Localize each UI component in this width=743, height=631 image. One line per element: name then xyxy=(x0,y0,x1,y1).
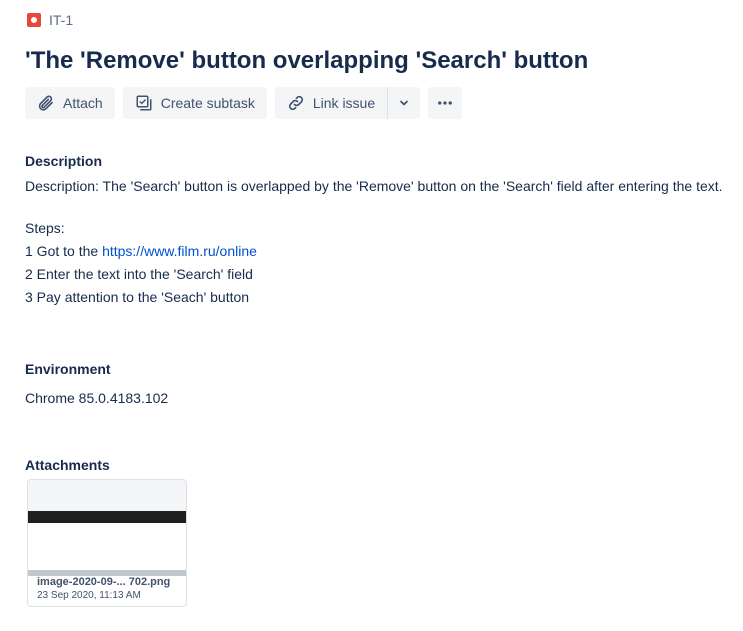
link-issue-label: Link issue xyxy=(312,95,376,111)
environment-heading: Environment xyxy=(25,361,111,377)
description-text[interactable]: Description: The 'Search' button is over… xyxy=(25,178,723,194)
step-1-link[interactable]: https://www.film.ru/online xyxy=(102,243,257,259)
steps-label[interactable]: Steps: xyxy=(25,220,65,236)
attachments-heading: Attachments xyxy=(25,457,110,473)
chevron-down-icon xyxy=(400,100,409,106)
attach-button[interactable]: Attach xyxy=(25,87,115,119)
subtask-icon xyxy=(136,95,152,111)
issue-title[interactable]: 'The 'Remove' button overlapping 'Search… xyxy=(25,47,588,75)
link-issue-group: Link issue xyxy=(274,87,421,119)
environment-value[interactable]: Chrome 85.0.4183.102 xyxy=(25,390,168,406)
issue-toolbar: Attach Create subtask Link issue xyxy=(25,87,463,119)
attachment-thumbnail[interactable] xyxy=(28,480,186,576)
step-1-prefix: 1 Got to the xyxy=(25,243,103,259)
link-icon xyxy=(288,95,303,111)
create-subtask-label: Create subtask xyxy=(160,95,255,111)
link-issue-dropdown-button[interactable] xyxy=(387,87,421,119)
thumbnail-band-white xyxy=(28,523,186,570)
thumbnail-band-dark xyxy=(28,511,186,523)
link-issue-button[interactable]: Link issue xyxy=(274,87,388,119)
description-heading: Description xyxy=(25,153,103,169)
attachment-date: 23 Sep 2020, 11:13 AM xyxy=(37,590,141,601)
more-icon xyxy=(438,101,453,105)
issue-key[interactable]: IT-1 xyxy=(27,12,73,28)
attachment-card[interactable]: image-2020-09-... 702.png 23 Sep 2020, 1… xyxy=(28,480,186,606)
more-actions-button[interactable] xyxy=(428,87,463,119)
thumbnail-band-top xyxy=(28,480,186,510)
create-subtask-button[interactable]: Create subtask xyxy=(122,87,267,119)
issue-key-label[interactable]: IT-1 xyxy=(49,12,73,28)
step-3[interactable]: 3 Pay attention to the 'Seach' button xyxy=(25,289,249,305)
step-2[interactable]: 2 Enter the text into the 'Search' field xyxy=(25,266,253,282)
attach-label: Attach xyxy=(63,95,103,111)
bug-icon xyxy=(27,13,41,27)
step-1[interactable]: 1 Got to the https://www.film.ru/online xyxy=(25,243,257,259)
paperclip-icon xyxy=(38,95,53,111)
attachment-name: image-2020-09-... 702.png xyxy=(37,576,171,588)
